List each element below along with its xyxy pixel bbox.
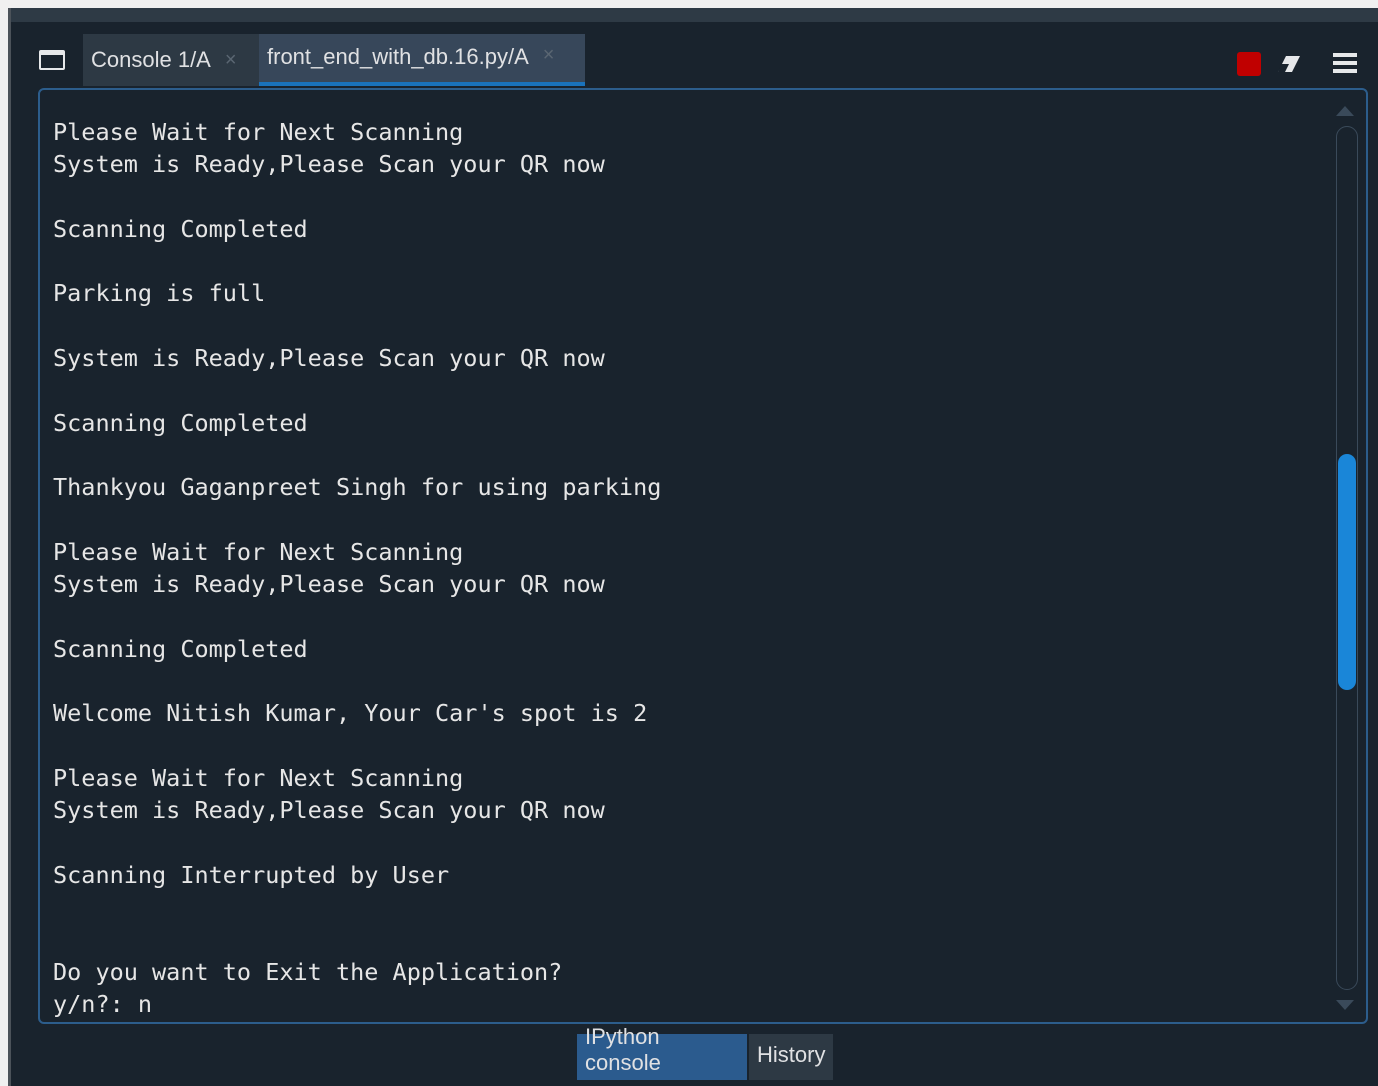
console-line: System is Ready,Please Scan your QR now [53,570,605,599]
hamburger-menu-icon[interactable] [1333,52,1357,74]
pane-top-strip [11,8,1378,22]
tab-label: front_end_with_db.16.py/A [267,44,529,69]
stop-icon[interactable] [1237,52,1261,76]
console-line: Welcome Nitish Kumar, Your Car's spot is… [53,699,648,728]
console-output-area[interactable]: Please Wait for Next Scanning System is R… [38,88,1368,1024]
eraser-icon[interactable] [1276,54,1302,74]
tab-console-1[interactable]: Console 1/A × [83,34,259,86]
console-line: Scanning Interrupted by User [53,860,450,889]
console-line: Scanning Completed [53,408,308,437]
browse-tabs-icon[interactable] [39,50,65,70]
tab-ipython-console[interactable]: IPython console [577,1024,747,1080]
console-line: System is Ready,Please Scan your QR now [53,796,605,825]
console-line: Please Wait for Next Scanning [53,763,464,792]
console-line: Do you want to Exit the Application? [53,957,563,986]
console-line: Please Wait for Next Scanning [53,537,464,566]
close-icon[interactable]: × [225,49,237,72]
scrollbar-handle[interactable] [1338,454,1356,690]
console-line: Please Wait for Next Scanning [53,118,464,146]
close-icon[interactable]: × [543,44,555,67]
console-output-text: Please Wait for Next Scanning System is R… [53,116,1313,1020]
console-line: Thankyou Gaganpreet Singh for using park… [53,473,662,502]
tab-front-end-with-db[interactable]: front_end_with_db.16.py/A × [259,34,585,86]
console-line: Scanning Completed [53,214,308,243]
ipython-console-pane: Console 1/A × front_end_with_db.16.py/A … [8,8,1378,1086]
tab-history[interactable]: History [749,1034,833,1080]
pane-bottom-tabs: IPython console History [11,1024,1378,1086]
console-line: System is Ready,Please Scan your QR now [53,344,605,373]
scroll-down-arrow-icon[interactable] [1336,1000,1354,1010]
console-line: System is Ready,Please Scan your QR now [53,150,605,179]
console-tab-bar: Console 1/A × front_end_with_db.16.py/A … [11,22,1378,86]
tab-label: Console 1/A [91,47,211,72]
console-line: Parking is full [53,279,266,308]
scroll-up-arrow-icon[interactable] [1336,106,1354,116]
console-line: Scanning Completed [53,634,308,663]
console-line: y/n?: n [53,990,153,1019]
